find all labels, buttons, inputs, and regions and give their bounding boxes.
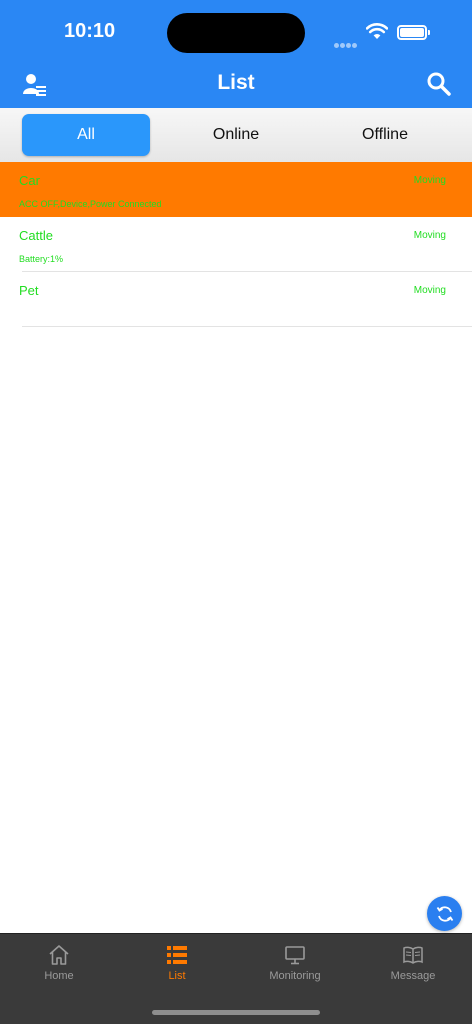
page-title: List — [217, 71, 255, 94]
device-status: Moving — [413, 285, 446, 296]
tab-label: Home — [44, 970, 74, 982]
device-name: Car — [19, 173, 40, 188]
device-name: Pet — [19, 283, 39, 298]
home-icon — [49, 945, 69, 965]
header: 10:10 List — [0, 0, 472, 108]
tab-message[interactable]: Message — [354, 934, 472, 994]
tab-label: List — [168, 970, 186, 982]
device-detail: Battery:1% — [19, 254, 64, 264]
tab-label: Message — [390, 970, 436, 982]
device-name: Cattle — [19, 228, 53, 243]
tab-list[interactable]: List — [118, 934, 236, 994]
device-status: Moving — [413, 230, 446, 241]
status-indicators — [334, 22, 434, 48]
device-list: Car Moving ACC OFF,Device,Power Connecte… — [0, 162, 472, 327]
search-button[interactable] — [425, 70, 453, 98]
book-icon — [403, 946, 423, 964]
battery-icon — [397, 25, 430, 40]
wifi-icon — [366, 23, 388, 39]
row-divider — [22, 326, 472, 327]
cellular-signal-icon — [334, 35, 358, 53]
tab-label: Monitoring — [269, 970, 321, 982]
monitor-icon — [285, 946, 305, 965]
tab-home[interactable]: Home — [0, 934, 118, 994]
segment-offline[interactable]: Offline — [321, 114, 449, 156]
tab-monitoring[interactable]: Monitoring — [236, 934, 354, 994]
refresh-button[interactable] — [427, 896, 462, 931]
list-item-cattle[interactable]: Cattle Moving Battery:1% — [0, 217, 472, 272]
segment-online[interactable]: Online — [172, 114, 300, 156]
screen: 10:10 List All Online Offline Car Moving… — [0, 0, 472, 1024]
refresh-icon — [436, 905, 453, 922]
device-status: Moving — [413, 175, 446, 186]
segment-all[interactable]: All — [22, 114, 150, 156]
list-item-car[interactable]: Car Moving ACC OFF,Device,Power Connecte… — [0, 162, 472, 217]
home-indicator — [152, 1010, 320, 1015]
device-detail: ACC OFF,Device,Power Connected — [19, 199, 162, 209]
filter-segmented-control: All Online Offline — [0, 108, 472, 162]
status-time: 10:10 — [64, 20, 116, 42]
list-item-pet[interactable]: Pet Moving — [0, 272, 472, 327]
dynamic-island — [167, 13, 305, 53]
list-icon — [167, 946, 187, 964]
search-icon — [427, 72, 451, 96]
